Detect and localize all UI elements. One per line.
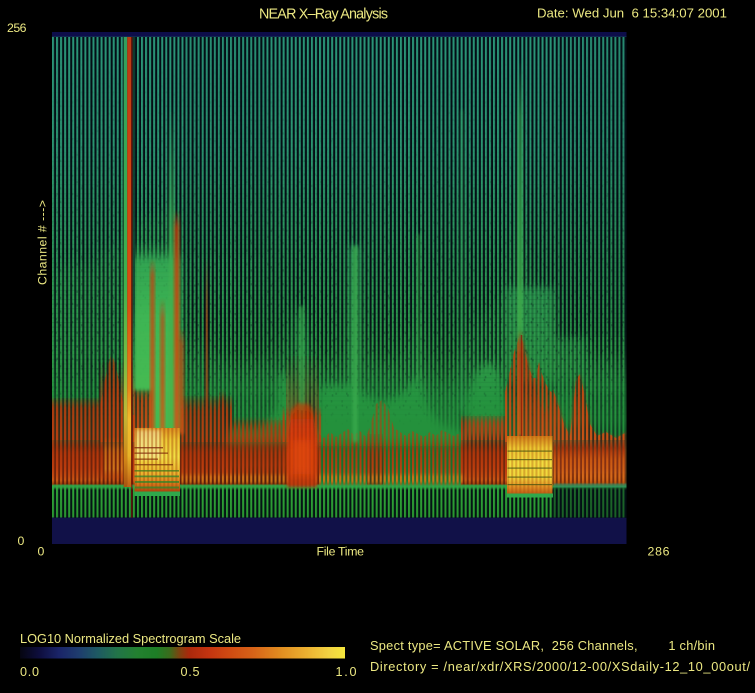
svg-text:1.0: 1.0	[336, 665, 357, 679]
svg-text:Channel # --->: Channel # --->	[36, 200, 50, 285]
svg-text:Spect type= ACTIVE SOLAR, 256: Spect type= ACTIVE SOLAR, 256 Channels, …	[370, 638, 715, 653]
svg-text:Directory = /near/xdr/XRS/2000: Directory = /near/xdr/XRS/2000/12-00/XSd…	[370, 659, 750, 674]
svg-text:0: 0	[38, 545, 45, 559]
svg-text:0.0: 0.0	[20, 665, 39, 679]
svg-text:0: 0	[18, 534, 25, 548]
svg-text:File Time: File Time	[317, 545, 365, 559]
svg-text:256: 256	[7, 21, 27, 35]
svg-text:LOG10 Normalized Spectrogram S: LOG10 Normalized Spectrogram Scale	[20, 631, 241, 646]
svg-text:0.5: 0.5	[181, 665, 200, 679]
svg-text:Date: Wed Jun 6 15:34:07 2001: Date: Wed Jun 6 15:34:07 2001	[537, 6, 727, 21]
svg-text:286: 286	[648, 545, 670, 559]
svg-text:NEAR X–Ray Analysis: NEAR X–Ray Analysis	[259, 7, 388, 23]
